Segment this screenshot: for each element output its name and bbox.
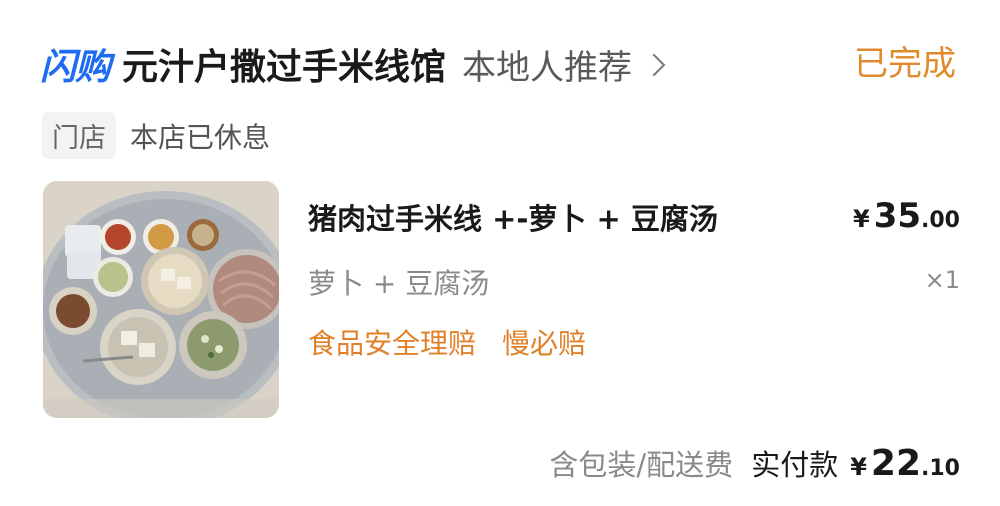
item-spec: 萝卜 + 豆腐汤 — [308, 267, 490, 300]
food-photo[interactable] — [43, 181, 279, 418]
order-status: 已完成 — [854, 44, 956, 84]
store-tag-link[interactable]: 本地人推荐 — [462, 40, 666, 89]
item-name[interactable]: 猪肉过手米线 +-萝卜 + 豆腐汤 — [308, 196, 718, 238]
total-note: 含包装/配送费 — [549, 448, 734, 482]
total-label: 实付款 — [751, 448, 839, 482]
store-state: 本店已休息 — [130, 120, 271, 154]
total-price: ¥22.10 — [850, 443, 960, 484]
chevron-right-icon — [642, 53, 666, 77]
total-row: 含包装/配送费 实付款 ¥22.10 — [549, 442, 960, 484]
total-price-decimal: .10 — [921, 456, 960, 481]
item-price-integer: 35 — [873, 196, 922, 236]
total-price-symbol: ¥ — [850, 453, 867, 481]
food-photo-illustration — [43, 181, 279, 418]
item-price-symbol: ¥ — [852, 205, 870, 233]
order-header: 闪购 元汁户撒过手米线馆 本地人推荐 — [40, 38, 666, 90]
guarantee-late-compensation[interactable]: 慢必赔 — [502, 322, 586, 362]
total-price-integer: 22 — [870, 443, 922, 484]
item-price: ¥35.00 — [853, 196, 960, 236]
guarantee-list: 食品安全理赔 慢必赔 — [308, 322, 586, 362]
store-name[interactable]: 元汁户撒过手米线馆 — [122, 38, 446, 90]
store-tag-label: 本地人推荐 — [462, 47, 633, 88]
item-quantity: ×1 — [924, 266, 960, 294]
brand-logo-text: 闪购 — [40, 47, 111, 88]
order-card[interactable]: 闪购 元汁户撒过手米线馆 本地人推荐 已完成 门店 本店已休息 猪肉过手米线 +… — [0, 0, 1000, 506]
store-chip: 门店 — [42, 112, 116, 159]
store-state-row: 门店 本店已休息 — [42, 112, 270, 159]
guarantee-food-safety[interactable]: 食品安全理赔 — [308, 322, 476, 362]
item-price-decimal: .00 — [921, 208, 960, 233]
shangou-logo: 闪购 — [40, 38, 111, 90]
